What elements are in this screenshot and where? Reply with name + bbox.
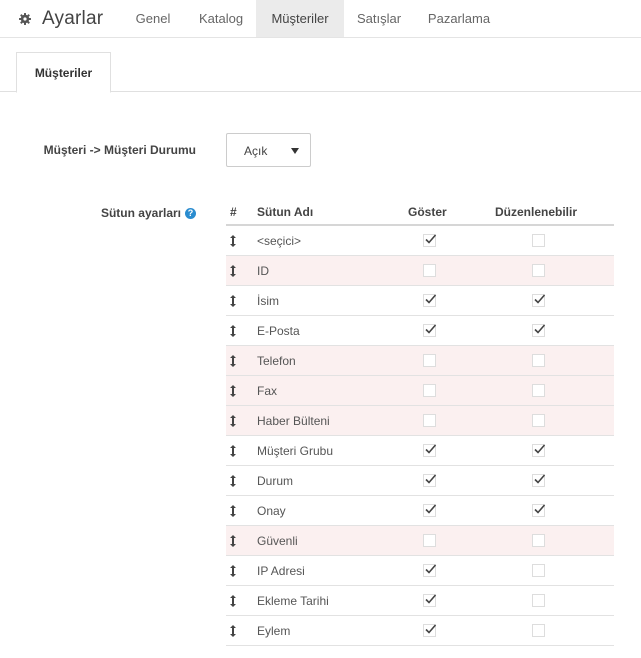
sub-tab-bar: Müşteriler [0, 52, 641, 93]
editable-checkbox[interactable] [532, 414, 545, 427]
column-name: ID [257, 264, 269, 278]
show-checkbox[interactable] [423, 504, 437, 517]
show-checkbox[interactable] [423, 474, 437, 487]
editable-checkbox[interactable] [532, 384, 545, 397]
help-icon[interactable]: ? [185, 208, 196, 219]
column-name: IP Adresi [257, 564, 305, 578]
subtab-musteriler[interactable]: Müşteriler [16, 52, 111, 93]
editable-checkbox[interactable] [532, 564, 545, 577]
column-name: Telefon [257, 354, 296, 368]
column-settings-label: Sütun ayarları? [20, 206, 196, 220]
column-name: İsim [257, 294, 279, 308]
table-row: Haber Bülteni [226, 406, 614, 436]
table-row: Eylem [226, 616, 614, 646]
drag-handle-icon[interactable] [230, 565, 236, 577]
table-row: Onay [226, 496, 614, 526]
drag-handle-icon[interactable] [230, 325, 236, 337]
show-checkbox[interactable] [423, 624, 437, 637]
column-settings-text: Sütun ayarları [100, 206, 181, 220]
tab-satislar[interactable]: Satışlar [344, 0, 414, 37]
column-name: Durum [257, 474, 294, 488]
tab-katalog[interactable]: Katalog [186, 0, 256, 37]
show-checkbox[interactable] [423, 414, 436, 427]
column-name: Haber Bülteni [257, 414, 330, 428]
table-row: <seçici> [226, 226, 614, 256]
table-row: Durum [226, 466, 614, 496]
drag-handle-icon[interactable] [230, 535, 236, 547]
column-name: Ekleme Tarihi [257, 594, 329, 608]
editable-checkbox[interactable] [532, 504, 546, 517]
table-row: İsim [226, 286, 614, 316]
column-name: Fax [257, 384, 278, 398]
customer-status-select[interactable]: Açık [226, 133, 311, 167]
table-row: Müşteri Grubu [226, 436, 614, 466]
chevron-down-icon [291, 148, 299, 154]
show-checkbox[interactable] [423, 354, 436, 367]
column-name: E-Posta [257, 324, 300, 338]
show-checkbox[interactable] [423, 384, 436, 397]
show-checkbox[interactable] [423, 324, 437, 337]
table-row: Güvenli [226, 526, 614, 556]
show-checkbox[interactable] [423, 594, 437, 607]
app-title: Ayarlar [42, 7, 104, 29]
editable-checkbox[interactable] [532, 264, 545, 277]
editable-checkbox[interactable] [532, 354, 545, 367]
drag-handle-icon[interactable] [230, 385, 236, 397]
tab-musteriler[interactable]: Müşteriler [256, 0, 344, 37]
header-editable: Düzenlenebilir [495, 205, 578, 219]
header-show: Göster [408, 205, 447, 219]
column-name: <seçici> [257, 234, 302, 248]
editable-checkbox[interactable] [532, 234, 545, 247]
drag-handle-icon[interactable] [230, 475, 236, 487]
header-index: # [230, 205, 237, 219]
editable-checkbox[interactable] [532, 324, 546, 337]
column-settings-table: # Sütun Adı Göster Düzenlenebilir <seçic… [226, 196, 614, 646]
editable-checkbox[interactable] [532, 534, 545, 547]
table-body: <seçici> ID İsim E-Posta Telefon Fax Haber Bül… [226, 226, 614, 646]
show-checkbox[interactable] [423, 264, 436, 277]
show-checkbox[interactable] [423, 534, 436, 547]
drag-handle-icon[interactable] [230, 625, 236, 637]
column-name: Müşteri Grubu [257, 444, 334, 458]
status-field-label: Müşteri -> Müşteri Durumu [43, 143, 196, 157]
column-name: Onay [257, 504, 286, 518]
drag-handle-icon[interactable] [230, 445, 236, 457]
show-checkbox[interactable] [423, 444, 437, 457]
tab-genel[interactable]: Genel [120, 0, 186, 37]
editable-checkbox[interactable] [532, 624, 545, 637]
drag-handle-icon[interactable] [230, 415, 236, 427]
column-name: Güvenli [257, 534, 298, 548]
show-checkbox[interactable] [423, 564, 437, 577]
customer-status-value: Açık [244, 144, 268, 158]
top-bar: Ayarlar Genel Katalog Müşteriler Satışla… [0, 0, 641, 38]
header-name: Sütun Adı [257, 205, 314, 219]
table-row: Ekleme Tarihi [226, 586, 614, 616]
table-row: Telefon [226, 346, 614, 376]
drag-handle-icon[interactable] [230, 595, 236, 607]
drag-handle-icon[interactable] [230, 265, 236, 277]
drag-handle-icon[interactable] [230, 355, 236, 367]
drag-handle-icon[interactable] [230, 295, 236, 307]
editable-checkbox[interactable] [532, 594, 545, 607]
app-brand: Ayarlar [18, 0, 103, 37]
column-name: Eylem [257, 624, 291, 638]
gear-icon [18, 12, 32, 26]
table-row: ID [226, 256, 614, 286]
table-header: # Sütun Adı Göster Düzenlenebilir [226, 196, 614, 226]
editable-checkbox[interactable] [532, 474, 546, 487]
drag-handle-icon[interactable] [230, 235, 236, 247]
drag-handle-icon[interactable] [230, 505, 236, 517]
table-row: E-Posta [226, 316, 614, 346]
show-checkbox[interactable] [423, 234, 437, 247]
table-row: IP Adresi [226, 556, 614, 586]
show-checkbox[interactable] [423, 294, 437, 307]
tab-pazarlama[interactable]: Pazarlama [414, 0, 504, 37]
editable-checkbox[interactable] [532, 294, 546, 307]
editable-checkbox[interactable] [532, 444, 546, 457]
table-row: Fax [226, 376, 614, 406]
